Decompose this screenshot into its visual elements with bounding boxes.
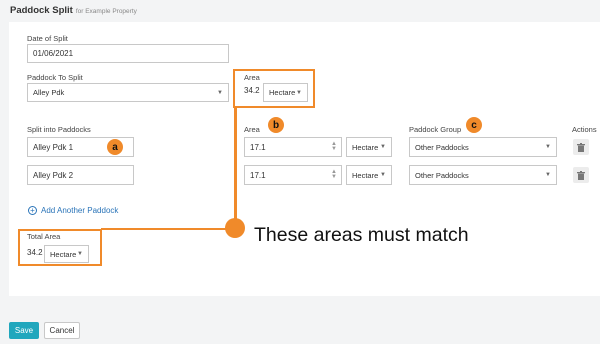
- paddock-to-split-select[interactable]: Alley Pdk ▼: [27, 83, 229, 102]
- page-title: Paddock Split for Example Property: [10, 5, 137, 16]
- caret-down-icon: ▼: [380, 172, 386, 178]
- paddock-unit-select-1[interactable]: Hectare ▼: [346, 137, 392, 157]
- plus-circle-icon: +: [28, 206, 37, 215]
- area-highlight-box: [233, 69, 315, 108]
- caret-down-icon: ▼: [217, 89, 223, 96]
- connector-horizontal: [101, 228, 235, 230]
- paddock-unit-value-1: Hectare: [352, 142, 379, 152]
- paddock-to-split-value: Alley Pdk: [33, 88, 65, 97]
- annotation-note: These areas must match: [254, 224, 469, 246]
- page-subtitle: for Example Property: [75, 8, 137, 15]
- connector-vertical: [234, 107, 237, 223]
- add-another-paddock-link[interactable]: + Add Another Paddock: [28, 206, 118, 215]
- caret-down-icon: ▼: [380, 144, 386, 150]
- spinner-arrows-icon[interactable]: ▲ ▼: [331, 169, 337, 180]
- date-input[interactable]: 01/06/2021: [27, 44, 229, 63]
- paddock-group-value-2: Other Paddocks: [415, 170, 469, 180]
- paddock-area-value-2: 17.1: [250, 170, 266, 180]
- paddock-name-input-2[interactable]: Alley Pdk 2: [27, 165, 134, 185]
- delete-row-button-2[interactable]: [573, 167, 589, 183]
- annotation-badge-a: a: [107, 139, 123, 155]
- area-column-label: Area: [244, 125, 260, 134]
- connector-dot: [225, 218, 245, 238]
- actions-column-label: Actions: [572, 125, 597, 134]
- annotation-badge-b: b: [268, 117, 284, 133]
- trash-icon: [577, 170, 585, 180]
- paddock-unit-value-2: Hectare: [352, 170, 379, 180]
- delete-row-button-1[interactable]: [573, 139, 589, 155]
- paddock-group-value-1: Other Paddocks: [415, 142, 469, 152]
- paddock-group-select-1[interactable]: Other Paddocks ▼: [409, 137, 557, 157]
- annotation-badge-c: c: [466, 117, 482, 133]
- cancel-button[interactable]: Cancel: [44, 322, 80, 339]
- caret-down-icon: ▼: [545, 144, 551, 150]
- paddock-group-column-label: Paddock Group: [409, 125, 462, 134]
- paddock-area-value-1: 17.1: [250, 142, 266, 152]
- paddock-to-split-label: Paddock To Split: [27, 73, 83, 82]
- paddock-area-input-1[interactable]: 17.1 ▲ ▼: [244, 137, 342, 157]
- paddock-unit-select-2[interactable]: Hectare ▼: [346, 165, 392, 185]
- date-label: Date of Split: [27, 34, 68, 43]
- paddock-group-select-2[interactable]: Other Paddocks ▼: [409, 165, 557, 185]
- add-another-paddock-label: Add Another Paddock: [41, 206, 119, 215]
- split-into-paddocks-label: Split into Paddocks: [27, 125, 91, 134]
- total-area-highlight-box: [18, 229, 102, 266]
- trash-icon: [577, 142, 585, 152]
- spinner-arrows-icon[interactable]: ▲ ▼: [331, 141, 337, 152]
- page-title-text: Paddock Split: [10, 5, 73, 16]
- save-button[interactable]: Save: [9, 322, 39, 339]
- paddock-area-input-2[interactable]: 17.1 ▲ ▼: [244, 165, 342, 185]
- caret-down-icon: ▼: [545, 172, 551, 178]
